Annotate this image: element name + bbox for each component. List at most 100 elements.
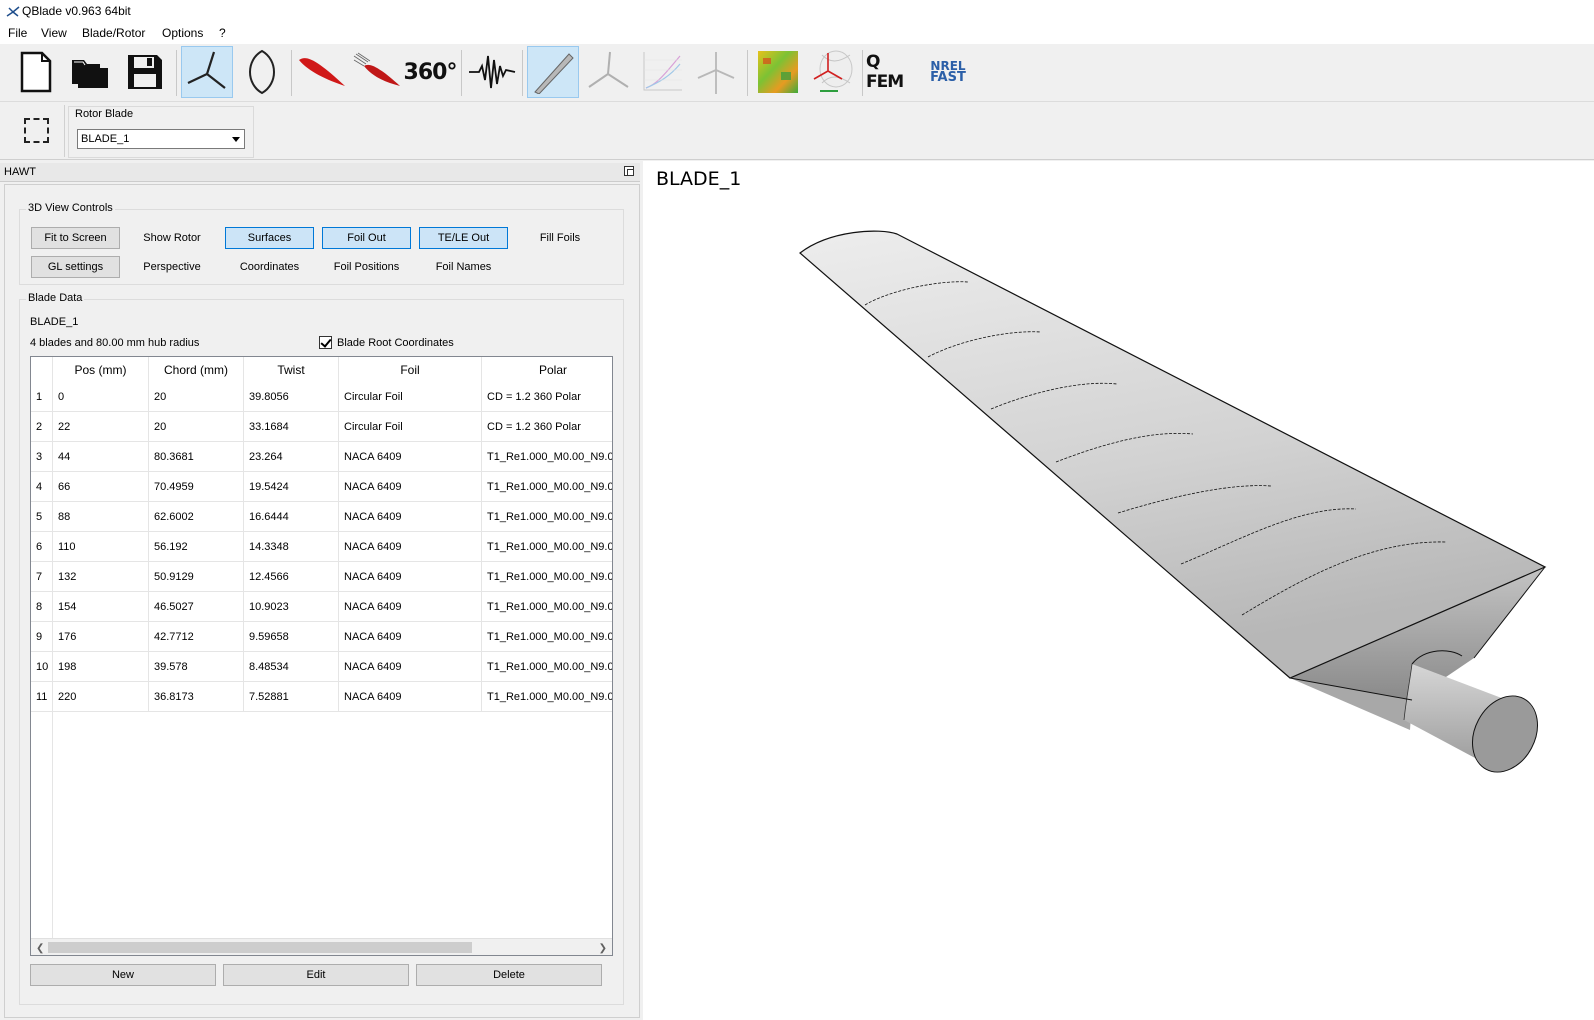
qllt-simulation-button[interactable] xyxy=(806,46,858,98)
cell-twist[interactable]: 10.9023 xyxy=(244,592,339,622)
column-header-pos[interactable]: Pos (mm) xyxy=(53,357,149,382)
cell-foil[interactable]: NACA 6409 xyxy=(339,442,482,472)
foil-positions-toggle[interactable]: Foil Positions xyxy=(322,256,411,278)
cell-pos[interactable]: 176 xyxy=(53,622,149,652)
cell-twist[interactable]: 33.1684 xyxy=(244,412,339,442)
windfield-module-button[interactable] xyxy=(752,46,804,98)
cell-foil[interactable]: NACA 6409 xyxy=(339,592,482,622)
horizontal-scrollbar[interactable]: ❮ ❯ xyxy=(31,938,612,955)
cell-twist[interactable]: 39.8056 xyxy=(244,382,339,412)
cell-polar[interactable]: T1_Re1.000_M0.00_N9.0 xyxy=(482,442,612,472)
te-le-out-toggle[interactable]: TE/LE Out xyxy=(419,227,508,249)
cell-chord[interactable]: 50.9129 xyxy=(149,562,244,592)
table-row[interactable]: 1 0 20 39.8056 Circular Foil CD = 1.2 360 Pol… xyxy=(31,382,612,412)
cell-pos[interactable]: 154 xyxy=(53,592,149,622)
column-header-foil[interactable]: Foil xyxy=(339,357,482,382)
cell-pos[interactable]: 132 xyxy=(53,562,149,592)
vawt-module-button[interactable] xyxy=(236,46,288,98)
rotor-design-button[interactable] xyxy=(582,46,634,98)
row-number[interactable]: 4 xyxy=(31,472,53,502)
cell-polar[interactable]: T1_Re1.000_M0.00_N9.0 xyxy=(482,562,612,592)
menu-file[interactable]: File xyxy=(8,26,27,40)
cell-pos[interactable]: 110 xyxy=(53,532,149,562)
hawt-module-button[interactable] xyxy=(181,46,233,98)
scroll-left-icon[interactable]: ❮ xyxy=(36,943,44,954)
table-row[interactable]: 2 22 20 33.1684 Circular Foil CD = 1.2 360 Po… xyxy=(31,412,612,442)
qfem-module-button[interactable]: Q FEM xyxy=(866,46,918,98)
cell-chord[interactable]: 46.5027 xyxy=(149,592,244,622)
blade-design-button[interactable] xyxy=(527,46,579,98)
cell-twist[interactable]: 12.4566 xyxy=(244,562,339,592)
cell-foil[interactable]: NACA 6409 xyxy=(339,622,482,652)
blade-3d-view[interactable]: BLADE_1 xyxy=(643,161,1594,1020)
cell-polar[interactable]: T1_Re1.000_M0.00_N9.0 xyxy=(482,622,612,652)
cell-twist[interactable]: 7.52881 xyxy=(244,682,339,712)
table-row[interactable]: 11 220 36.8173 7.52881 NACA 6409 T1_Re1.000_M… xyxy=(31,682,612,712)
menu-help[interactable]: ? xyxy=(219,26,226,40)
table-row[interactable]: 5 88 62.6002 16.6444 NACA 6409 T1_Re1.000_M0.… xyxy=(31,502,612,532)
nrel-fast-button[interactable]: NREL FAST xyxy=(922,46,974,98)
cell-foil[interactable]: NACA 6409 xyxy=(339,682,482,712)
xfoil-analysis-button[interactable] xyxy=(351,46,403,98)
cell-polar[interactable]: T1_Re1.000_M0.00_N9.0 xyxy=(482,592,612,622)
surfaces-toggle[interactable]: Surfaces xyxy=(225,227,314,249)
cell-polar[interactable]: T1_Re1.000_M0.00_N9.0 xyxy=(482,532,612,562)
menu-options[interactable]: Options xyxy=(162,26,203,40)
row-number[interactable]: 1 xyxy=(31,382,53,412)
cell-chord[interactable]: 20 xyxy=(149,412,244,442)
foil-out-toggle[interactable]: Foil Out xyxy=(322,227,411,249)
cell-polar[interactable]: CD = 1.2 360 Polar xyxy=(482,382,612,412)
table-row[interactable]: 10 198 39.578 8.48534 NACA 6409 T1_Re1.000_M0… xyxy=(31,652,612,682)
undock-icon[interactable] xyxy=(624,166,634,176)
cell-foil[interactable]: NACA 6409 xyxy=(339,502,482,532)
cell-pos[interactable]: 66 xyxy=(53,472,149,502)
scroll-right-icon[interactable]: ❯ xyxy=(599,943,607,954)
fit-to-screen-button[interactable]: Fit to Screen xyxy=(31,227,120,249)
gl-settings-button[interactable]: GL settings xyxy=(31,256,120,278)
perspective-toggle[interactable]: Perspective xyxy=(128,256,216,278)
column-header-twist[interactable]: Twist xyxy=(244,357,339,382)
row-number[interactable]: 11 xyxy=(31,682,53,712)
cell-chord[interactable]: 70.4959 xyxy=(149,472,244,502)
foil-names-toggle[interactable]: Foil Names xyxy=(419,256,508,278)
table-row[interactable]: 6 110 56.192 14.3348 NACA 6409 T1_Re1.000_M0.… xyxy=(31,532,612,562)
cell-pos[interactable]: 198 xyxy=(53,652,149,682)
row-number[interactable]: 10 xyxy=(31,652,53,682)
table-row[interactable]: 9 176 42.7712 9.59658 NACA 6409 T1_Re1.000_M0… xyxy=(31,622,612,652)
row-number[interactable]: 2 xyxy=(31,412,53,442)
airfoil-design-button[interactable] xyxy=(296,46,348,98)
column-header-polar[interactable]: Polar xyxy=(482,357,612,382)
menu-blade-rotor[interactable]: Blade/Rotor xyxy=(82,26,145,40)
cell-chord[interactable]: 39.578 xyxy=(149,652,244,682)
cell-foil[interactable]: NACA 6409 xyxy=(339,532,482,562)
cell-twist[interactable]: 14.3348 xyxy=(244,532,339,562)
cell-pos[interactable]: 22 xyxy=(53,412,149,442)
cell-twist[interactable]: 9.59658 xyxy=(244,622,339,652)
save-project-button[interactable] xyxy=(119,46,171,98)
table-row[interactable]: 4 66 70.4959 19.5424 NACA 6409 T1_Re1.000_M0.… xyxy=(31,472,612,502)
select-region-icon[interactable] xyxy=(24,118,49,143)
delete-blade-button[interactable]: Delete xyxy=(416,964,602,986)
table-row[interactable]: 7 132 50.9129 12.4566 NACA 6409 T1_Re1.000_M0… xyxy=(31,562,612,592)
cell-chord[interactable]: 20 xyxy=(149,382,244,412)
cell-pos[interactable]: 88 xyxy=(53,502,149,532)
turbine-bem-button[interactable] xyxy=(690,46,742,98)
cell-chord[interactable]: 36.8173 xyxy=(149,682,244,712)
blade-root-coordinates-checkbox[interactable] xyxy=(319,336,332,349)
cell-polar[interactable]: CD = 1.2 360 Polar xyxy=(482,412,612,442)
cell-foil[interactable]: NACA 6409 xyxy=(339,562,482,592)
row-number[interactable]: 9 xyxy=(31,622,53,652)
polar-360-button[interactable]: 360° xyxy=(404,46,458,98)
cell-chord[interactable]: 56.192 xyxy=(149,532,244,562)
table-row[interactable]: 8 154 46.5027 10.9023 NACA 6409 T1_Re1.000_M0… xyxy=(31,592,612,622)
cell-foil[interactable]: NACA 6409 xyxy=(339,652,482,682)
scrollbar-thumb[interactable] xyxy=(48,942,472,953)
cell-chord[interactable]: 62.6002 xyxy=(149,502,244,532)
cell-polar[interactable]: T1_Re1.000_M0.00_N9.0 xyxy=(482,502,612,532)
cell-pos[interactable]: 220 xyxy=(53,682,149,712)
cell-polar[interactable]: T1_Re1.000_M0.00_N9.0 xyxy=(482,652,612,682)
cell-foil[interactable]: NACA 6409 xyxy=(339,472,482,502)
cell-twist[interactable]: 23.264 xyxy=(244,442,339,472)
open-project-button[interactable] xyxy=(64,46,116,98)
rotor-bem-button[interactable] xyxy=(636,46,688,98)
